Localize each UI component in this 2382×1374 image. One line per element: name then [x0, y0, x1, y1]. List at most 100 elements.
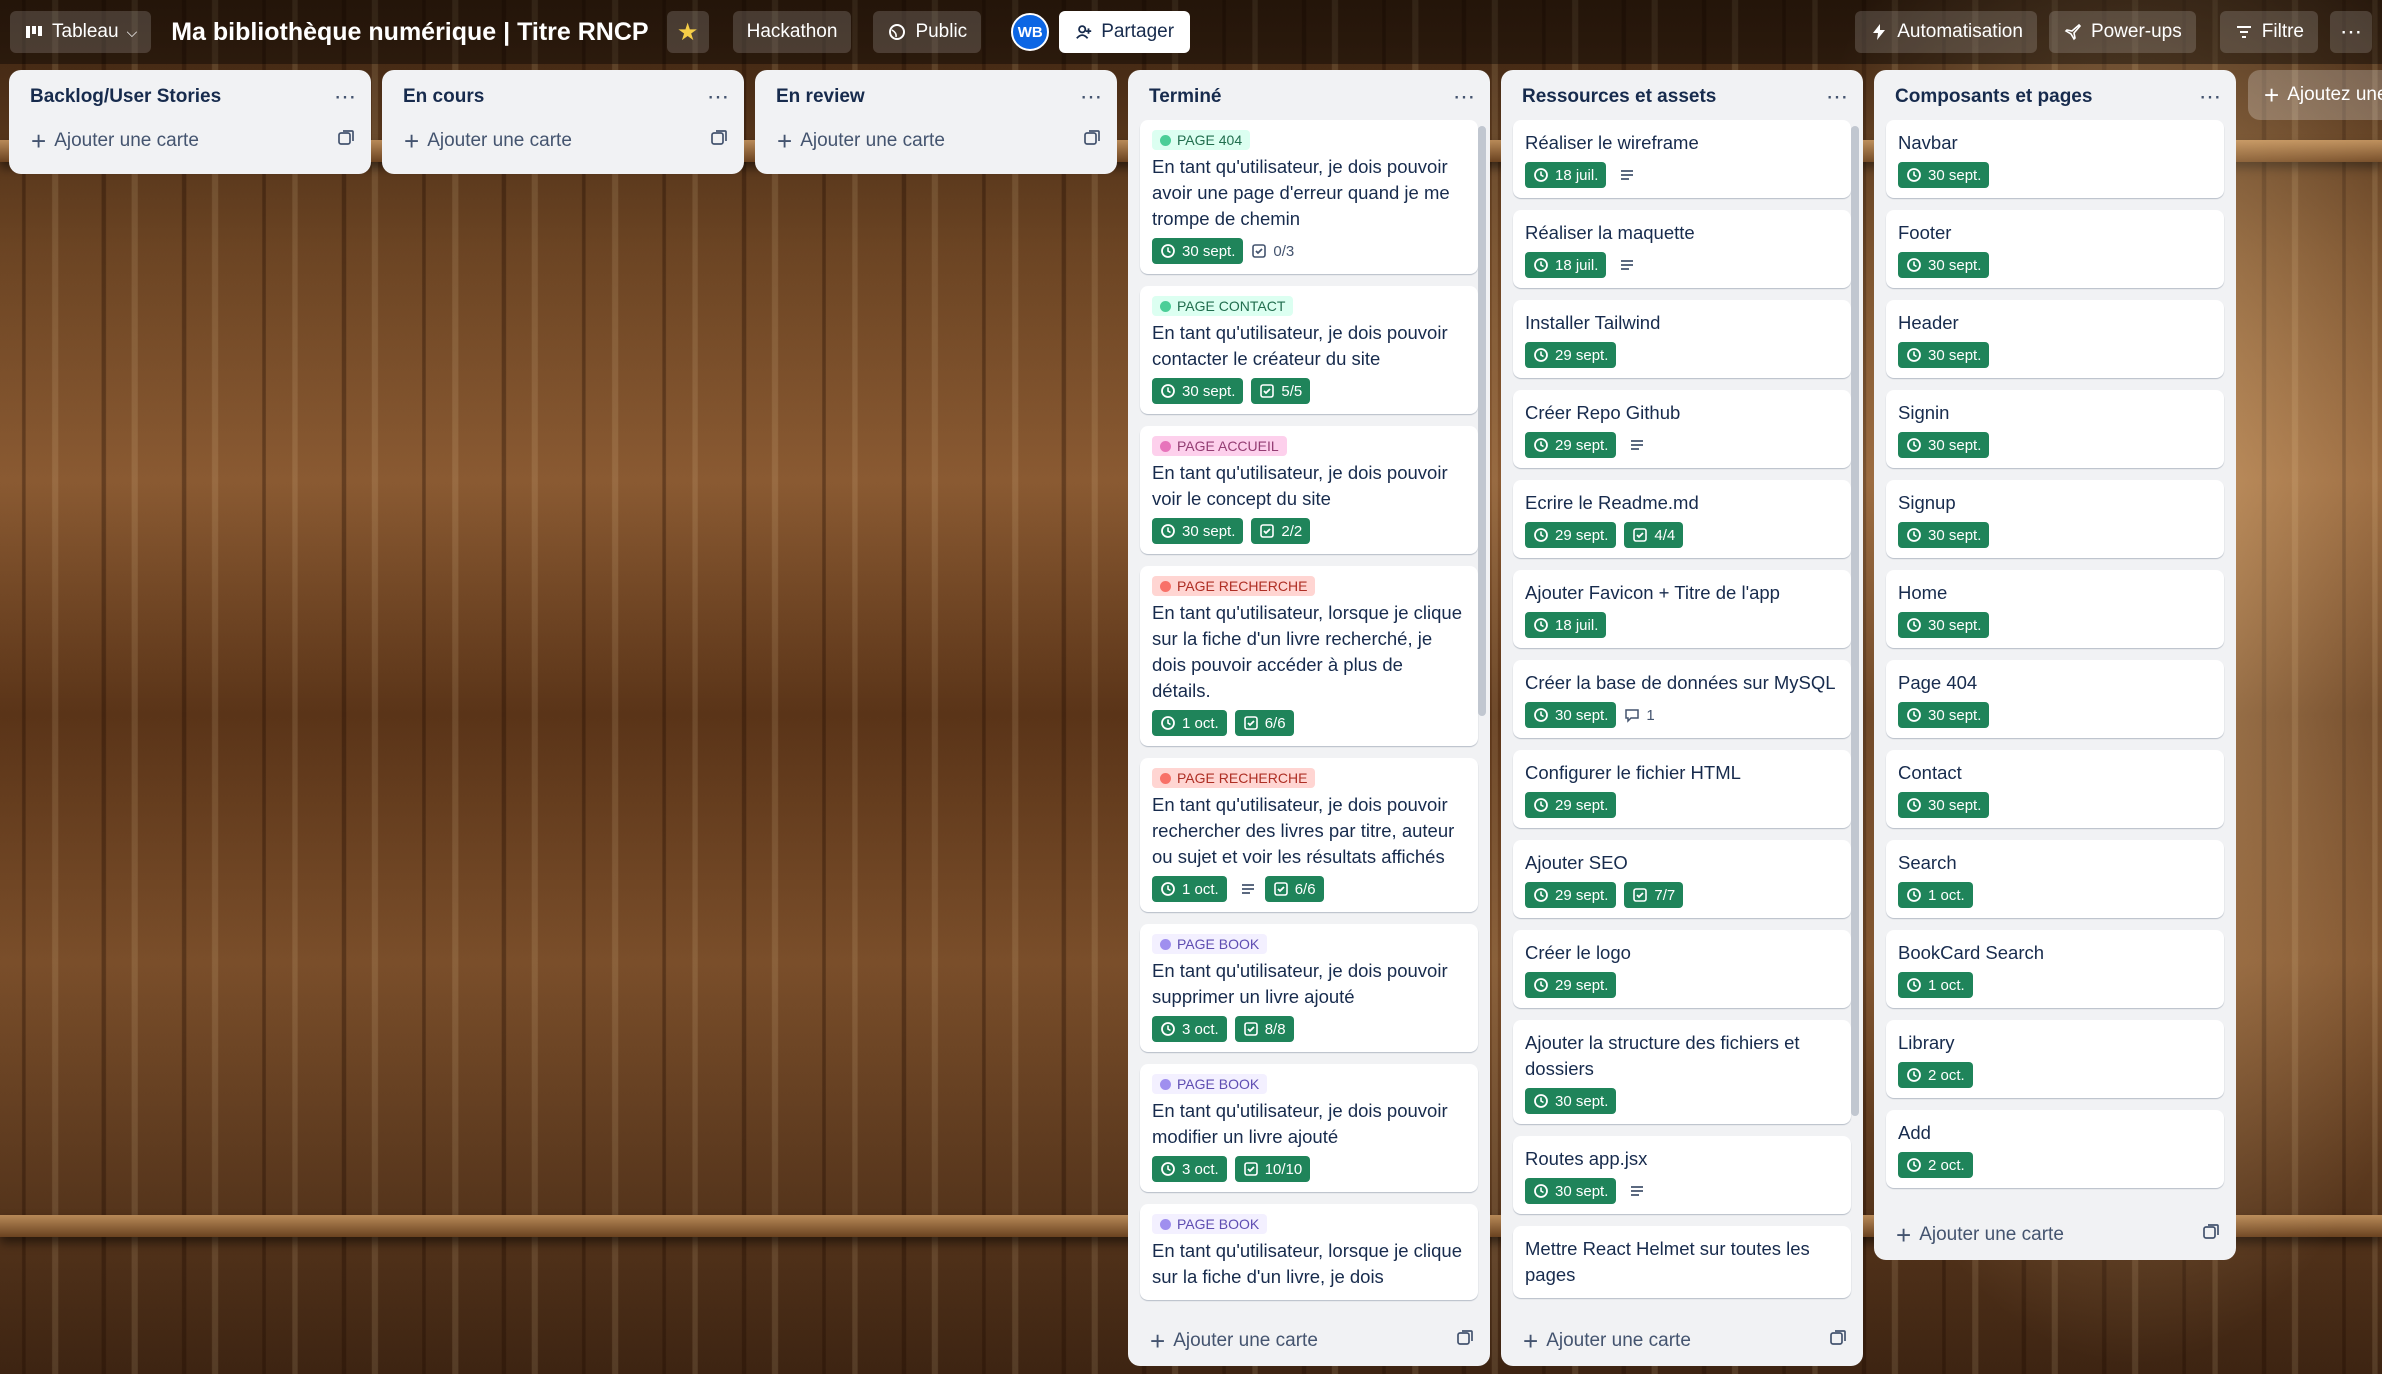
due-date-badge[interactable]: 30 sept.: [1152, 378, 1244, 404]
filter-button[interactable]: Filtre: [2219, 11, 2318, 53]
card[interactable]: Routes app.jsx 30 sept.: [1513, 1136, 1851, 1214]
card[interactable]: PAGE BOOK En tant qu'utilisateur, je dois…: [1140, 924, 1478, 1052]
add-card-button[interactable]: + Ajouter une carte: [755, 120, 1117, 162]
list-menu-icon[interactable]: ⋯: [1826, 84, 1849, 110]
share-button[interactable]: Partager: [1059, 11, 1191, 53]
due-date-badge[interactable]: 1 oct.: [1152, 876, 1227, 902]
list-column[interactable]: Backlog/User Stories ⋯ + Ajouter une carte: [9, 70, 371, 174]
list-title[interactable]: Composants et pages: [1895, 86, 2092, 108]
add-card-button[interactable]: + Ajouter une carte: [1501, 1320, 1863, 1362]
list-menu-icon[interactable]: ⋯: [2199, 84, 2222, 110]
card[interactable]: Add 2 oct.: [1886, 1110, 2224, 1188]
list-title[interactable]: Ressources et assets: [1522, 86, 1716, 108]
due-date-badge[interactable]: 30 sept.: [1898, 432, 1990, 458]
due-date-badge[interactable]: 2 oct.: [1898, 1152, 1973, 1178]
create-from-template-button[interactable]: [2202, 1223, 2220, 1247]
add-card-button[interactable]: + Ajouter une carte: [9, 120, 371, 162]
powerups-button[interactable]: Power-ups: [2048, 11, 2196, 53]
card[interactable]: Contact 30 sept.: [1886, 750, 2224, 828]
card[interactable]: Library 2 oct.: [1886, 1020, 2224, 1098]
due-date-badge[interactable]: 30 sept.: [1152, 518, 1244, 544]
card[interactable]: Page 404 30 sept.: [1886, 660, 2224, 738]
card[interactable]: Signin 30 sept.: [1886, 390, 2224, 468]
card[interactable]: Créer Repo Github 29 sept.: [1513, 390, 1851, 468]
due-date-badge[interactable]: 18 juil.: [1525, 162, 1607, 188]
view-switcher-button[interactable]: Tableau ⌵: [10, 11, 152, 53]
due-date-badge[interactable]: 29 sept.: [1525, 972, 1617, 998]
card-label[interactable]: PAGE RECHERCHE: [1152, 576, 1316, 596]
avatar[interactable]: WB: [1011, 13, 1050, 51]
card[interactable]: Réaliser le wireframe 18 juil.: [1513, 120, 1851, 198]
card[interactable]: PAGE CONTACT En tant qu'utilisateur, je d…: [1140, 286, 1478, 414]
card[interactable]: Ecrire le Readme.md 29 sept. 4/4: [1513, 480, 1851, 558]
list-column[interactable]: Terminé ⋯ PAGE 404 En tant qu'utilisateur, …: [1128, 70, 1490, 1366]
due-date-badge[interactable]: 1 oct.: [1152, 710, 1227, 736]
card[interactable]: Réaliser la maquette 18 juil.: [1513, 210, 1851, 288]
due-date-badge[interactable]: 2 oct.: [1898, 1062, 1973, 1088]
due-date-badge[interactable]: 30 sept.: [1898, 792, 1990, 818]
card-label[interactable]: PAGE BOOK: [1152, 934, 1268, 954]
card[interactable]: PAGE RECHERCHE En tant qu'utilisateur, je…: [1140, 758, 1478, 912]
due-date-badge[interactable]: 29 sept.: [1525, 432, 1617, 458]
card-label[interactable]: PAGE 404: [1152, 130, 1251, 150]
due-date-badge[interactable]: 30 sept.: [1898, 252, 1990, 278]
add-list-button[interactable]: + Ajoutez une liste: [2248, 70, 2382, 120]
due-date-badge[interactable]: 1 oct.: [1898, 882, 1973, 908]
card[interactable]: BookCard Search 1 oct.: [1886, 930, 2224, 1008]
due-date-badge[interactable]: 30 sept.: [1898, 612, 1990, 638]
card[interactable]: Footer 30 sept.: [1886, 210, 2224, 288]
card[interactable]: Créer la base de données sur MySQL 30 sep…: [1513, 660, 1851, 738]
list-title[interactable]: En cours: [403, 86, 484, 108]
add-card-button[interactable]: + Ajouter une carte: [1128, 1320, 1490, 1362]
card[interactable]: PAGE BOOK En tant qu'utilisateur, lorsque…: [1140, 1204, 1478, 1300]
card[interactable]: Search 1 oct.: [1886, 840, 2224, 918]
card-label[interactable]: PAGE ACCUEIL: [1152, 436, 1287, 456]
list-column[interactable]: En review ⋯ + Ajouter une carte: [755, 70, 1117, 174]
create-from-template-button[interactable]: [337, 129, 355, 153]
more-menu-button[interactable]: ⋯: [2330, 11, 2372, 53]
add-card-button[interactable]: + Ajouter une carte: [382, 120, 744, 162]
due-date-badge[interactable]: 29 sept.: [1525, 792, 1617, 818]
list-menu-icon[interactable]: ⋯: [1453, 84, 1476, 110]
card-label[interactable]: PAGE RECHERCHE: [1152, 768, 1316, 788]
list-scrollbar[interactable]: [1851, 126, 1859, 1116]
star-icon[interactable]: ★: [666, 11, 709, 53]
list-menu-icon[interactable]: ⋯: [707, 84, 730, 110]
card-label[interactable]: PAGE BOOK: [1152, 1074, 1268, 1094]
due-date-badge[interactable]: 18 juil.: [1525, 252, 1607, 278]
card[interactable]: Configurer le fichier HTML 29 sept.: [1513, 750, 1851, 828]
card[interactable]: PAGE BOOK En tant qu'utilisateur, je dois…: [1140, 1064, 1478, 1192]
card[interactable]: PAGE ACCUEIL En tant qu'utilisateur, je d…: [1140, 426, 1478, 554]
list-title[interactable]: Terminé: [1149, 86, 1222, 108]
list-column[interactable]: Composants et pages ⋯ Navbar 30 sept. Footer…: [1874, 70, 2236, 1260]
create-from-template-button[interactable]: [1456, 1329, 1474, 1353]
due-date-badge[interactable]: 30 sept.: [1898, 162, 1990, 188]
board-title[interactable]: Ma bibliothèque numérique | Titre RNCP: [171, 18, 648, 47]
card[interactable]: PAGE 404 En tant qu'utilisateur, je dois …: [1140, 120, 1478, 274]
due-date-badge[interactable]: 3 oct.: [1152, 1156, 1227, 1182]
create-from-template-button[interactable]: [710, 129, 728, 153]
list-scrollbar[interactable]: [1478, 126, 1486, 716]
due-date-badge[interactable]: 30 sept.: [1152, 238, 1244, 264]
automation-button[interactable]: Automatisation: [1855, 11, 2037, 53]
add-card-button[interactable]: + Ajouter une carte: [1874, 1214, 2236, 1256]
due-date-badge[interactable]: 30 sept.: [1525, 1178, 1617, 1204]
list-menu-icon[interactable]: ⋯: [1080, 84, 1103, 110]
card-label[interactable]: PAGE CONTACT: [1152, 296, 1294, 316]
due-date-badge[interactable]: 29 sept.: [1525, 522, 1617, 548]
card[interactable]: Navbar 30 sept.: [1886, 120, 2224, 198]
create-from-template-button[interactable]: [1083, 129, 1101, 153]
card[interactable]: Header 30 sept.: [1886, 300, 2224, 378]
card[interactable]: Home 30 sept.: [1886, 570, 2224, 648]
due-date-badge[interactable]: 29 sept.: [1525, 342, 1617, 368]
card[interactable]: Ajouter Favicon + Titre de l'app 18 juil.: [1513, 570, 1851, 648]
list-column[interactable]: Ressources et assets ⋯ Réaliser le wirefra…: [1501, 70, 1863, 1366]
due-date-badge[interactable]: 1 oct.: [1898, 972, 1973, 998]
list-title[interactable]: Backlog/User Stories: [30, 86, 221, 108]
card[interactable]: Mettre React Helmet sur toutes les pages: [1513, 1226, 1851, 1298]
card[interactable]: Installer Tailwind 29 sept.: [1513, 300, 1851, 378]
list-title[interactable]: En review: [776, 86, 865, 108]
list-menu-icon[interactable]: ⋯: [334, 84, 357, 110]
card[interactable]: Signup 30 sept.: [1886, 480, 2224, 558]
due-date-badge[interactable]: 30 sept.: [1898, 342, 1990, 368]
